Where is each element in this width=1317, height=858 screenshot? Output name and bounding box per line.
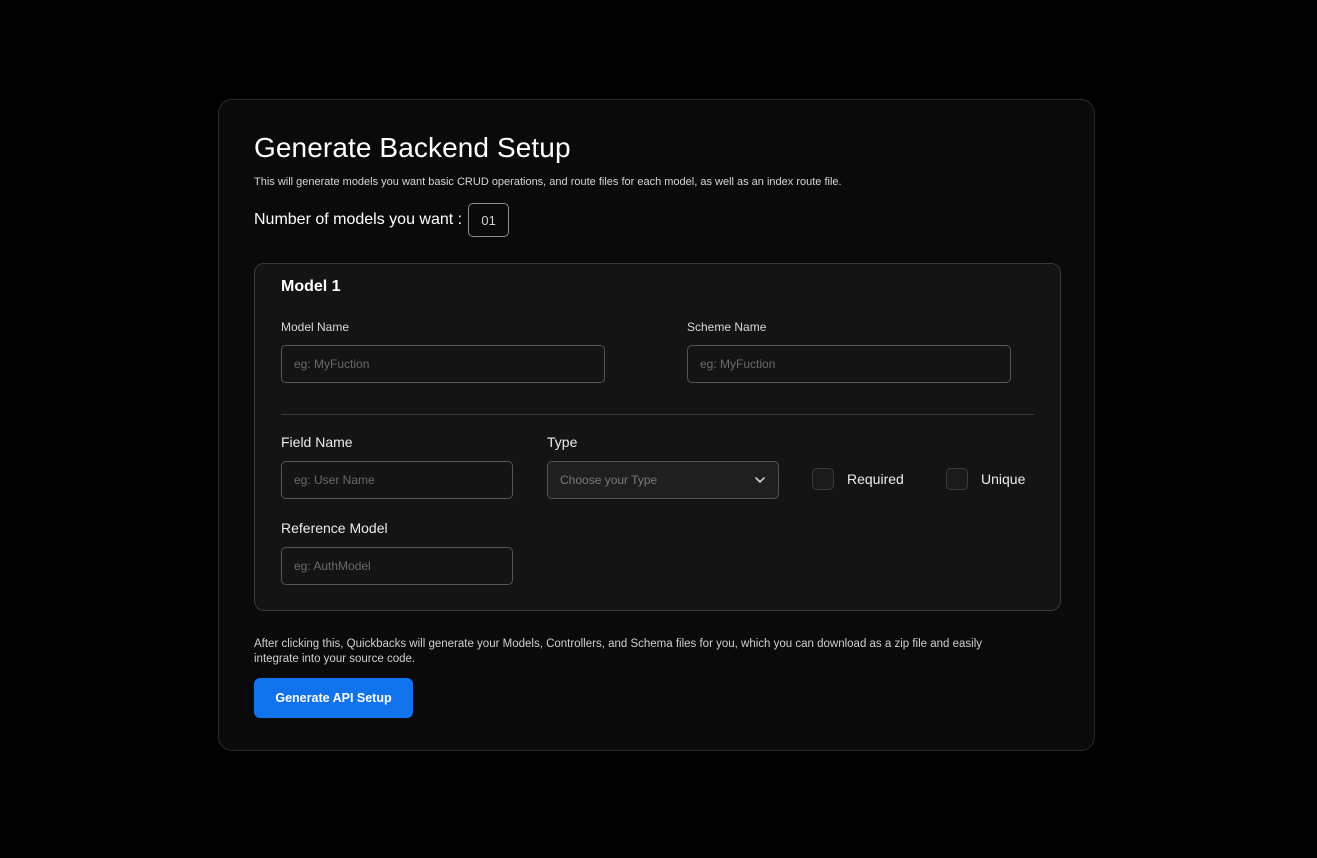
required-checkbox[interactable] [812,468,834,490]
scheme-name-label: Scheme Name [687,320,767,334]
footer-note: After clicking this, Quickbacks will gen… [254,638,983,665]
chevron-down-icon [754,474,766,486]
type-select[interactable]: Choose your Type [547,461,779,499]
models-count-row: Number of models you want : [254,203,510,237]
scheme-name-input[interactable] [687,345,1011,383]
unique-toggle[interactable]: Unique [946,467,1025,491]
setup-card: Generate Backend Setup This will generat… [218,99,1095,751]
models-count-input[interactable] [468,203,510,237]
section-divider [281,414,1034,415]
required-label: Required [847,471,904,487]
type-select-placeholder: Choose your Type [560,473,658,487]
model-title: Model 1 [281,278,341,295]
reference-model-input[interactable] [281,547,513,585]
reference-model-label: Reference Model [281,520,388,536]
field-name-label: Field Name [281,434,353,450]
unique-label: Unique [981,471,1026,487]
model-name-input[interactable] [281,345,605,383]
unique-checkbox[interactable] [946,468,968,490]
models-count-label: Number of models you want : [254,211,463,228]
type-label: Type [547,434,578,450]
page-title: Generate Backend Setup [254,132,571,163]
page-subtitle: This will generate models you want basic… [254,176,842,188]
model-panel: Model 1 Model Name Scheme Name Field Nam… [254,263,1061,611]
field-name-input[interactable] [281,461,513,499]
required-toggle[interactable]: Required [812,467,904,491]
model-name-label: Model Name [281,320,350,334]
generate-api-setup-button[interactable]: Generate API Setup [254,678,413,718]
